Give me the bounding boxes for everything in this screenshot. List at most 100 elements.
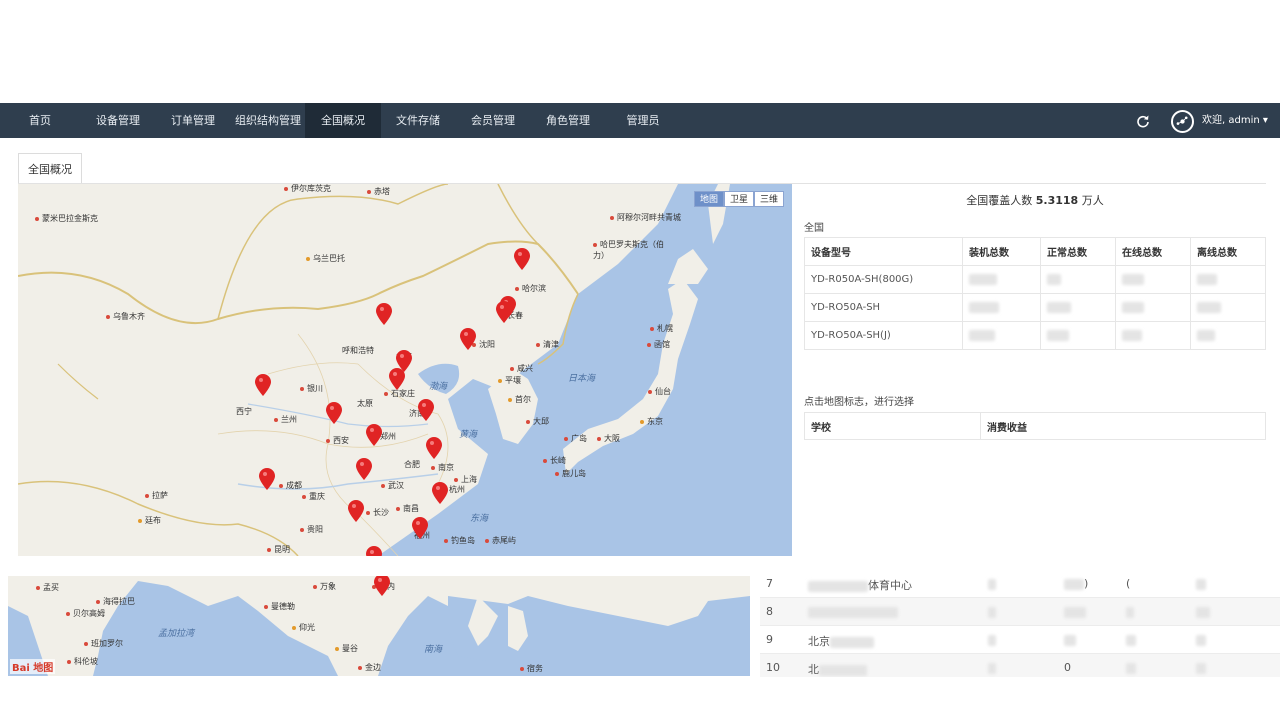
blurred-cell: [1196, 577, 1206, 590]
blurred-cell: [1190, 293, 1266, 322]
school-marker[interactable]: [432, 482, 448, 504]
blurred-cell: [1126, 661, 1136, 674]
school-marker[interactable]: [366, 546, 382, 556]
column-header: 正常总数: [1040, 237, 1116, 266]
row-value: 0: [1064, 661, 1071, 674]
sea-label: 东海: [470, 514, 489, 524]
blurred-cell: [1196, 633, 1206, 646]
sea-label: 南海: [424, 645, 443, 655]
table-row: YD-RO50A-SH(J): [804, 321, 1266, 350]
table-row: YD-RO50A-SH: [804, 293, 1266, 322]
blurred-cell: [1196, 661, 1206, 674]
blurred-cell: [962, 265, 1041, 294]
blurred-cell: [988, 605, 996, 618]
school-marker[interactable]: [366, 424, 382, 446]
map-label: 贵阳: [300, 524, 323, 535]
nav-item-roles[interactable]: 角色管理: [540, 103, 596, 138]
coverage-value: 5.3118: [1035, 194, 1079, 207]
blurred-cell: [1115, 293, 1191, 322]
row-name: 北京: [808, 633, 874, 649]
china-map[interactable]: 地图 卫星 三维 伊尔库茨克 赤塔 蒙米巴拉金斯克 阿穆尔河畔共青城 哈巴罗夫斯…: [18, 184, 792, 556]
blurred-cell: [1190, 321, 1266, 350]
device-model: YD-RO50A-SH(J): [804, 321, 963, 350]
nav-item-file-storage[interactable]: 文件存储: [390, 103, 446, 138]
school-marker[interactable]: [374, 576, 390, 596]
school-marker[interactable]: [326, 402, 342, 424]
map-label: 班加罗尔: [84, 638, 123, 649]
row-extra: (: [1126, 577, 1131, 590]
nav-item-members[interactable]: 会员管理: [465, 103, 521, 138]
table-header-row: 设备型号 装机总数 正常总数 在线总数 离线总数: [804, 237, 1266, 266]
blurred-cell: [1115, 265, 1191, 294]
table-row[interactable]: 8: [760, 598, 1280, 626]
map-type-switcher: 地图 卫星 三维: [693, 191, 784, 207]
map-label: 银川: [300, 383, 323, 394]
row-name: [808, 605, 898, 618]
map-label: 仙台: [648, 386, 671, 397]
welcome-user-menu[interactable]: 欢迎, admin ▾: [1202, 103, 1268, 138]
device-table: 设备型号 装机总数 正常总数 在线总数 离线总数 YD-R050A-SH(800…: [804, 237, 1266, 350]
nav-item-national-overview[interactable]: 全国概况: [305, 103, 381, 138]
map-label: 宿务: [520, 663, 543, 674]
column-header: 消费收益: [980, 412, 1266, 440]
school-marker[interactable]: [348, 500, 364, 522]
map-label: 郑州: [380, 432, 396, 441]
school-marker[interactable]: [376, 303, 392, 325]
map-label: 札幌: [650, 323, 673, 334]
sea-label: 孟加拉湾: [158, 629, 195, 639]
blurred-cell: [1040, 265, 1116, 294]
coverage-summary: 全国覆盖人数 5.3118 万人: [966, 194, 1104, 207]
device-model: YD-RO50A-SH: [804, 293, 963, 322]
school-section-hint: 点击地图标志，进行选择: [804, 397, 914, 408]
nav-item-org-structure[interactable]: 组织结构管理: [232, 103, 304, 138]
blurred-cell: [962, 321, 1041, 350]
blurred-cell: [1064, 633, 1076, 646]
map-label: 东京: [640, 416, 663, 427]
baidu-map-logo: Bai 地图: [10, 659, 56, 674]
map-type-3d-button[interactable]: 三维: [753, 191, 784, 207]
map-label: 贝尔高姆: [66, 608, 105, 619]
sea-label: 日本海: [568, 374, 596, 384]
map-type-satellite-button[interactable]: 卫星: [723, 191, 754, 207]
blurred-cell: [1196, 605, 1210, 618]
school-marker[interactable]: [496, 301, 512, 323]
map-label: 杭州: [449, 485, 465, 494]
map-label: 南京: [431, 462, 454, 473]
map-label: 乌鲁木齐: [106, 311, 145, 322]
map-label: 蒙米巴拉金斯克: [35, 213, 98, 224]
nav-item-admins[interactable]: 管理员: [620, 103, 666, 138]
school-marker[interactable]: [389, 368, 405, 390]
map-type-map-button[interactable]: 地图: [693, 191, 724, 207]
refresh-icon[interactable]: [1136, 114, 1150, 128]
school-marker[interactable]: [412, 517, 428, 539]
table-row: YD-R050A-SH(800G): [804, 265, 1266, 294]
school-marker[interactable]: [426, 437, 442, 459]
map-label: 西宁: [236, 407, 252, 416]
map-label: 大阪: [597, 433, 620, 444]
table-row[interactable]: 7 体育中心 ) (: [760, 570, 1280, 598]
avatar[interactable]: [1171, 110, 1194, 133]
tab-national-overview[interactable]: 全国概况: [18, 153, 82, 184]
south-asia-map[interactable]: 孟买 海得拉巴 贝尔高姆 班加罗尔 曼德勒 仰光 万象 河内 金边 曼谷 宿务 …: [8, 576, 750, 676]
school-marker[interactable]: [259, 468, 275, 490]
table-row[interactable]: 10 北 0: [760, 654, 1280, 677]
school-marker[interactable]: [460, 328, 476, 350]
map-label: 哈尔滨: [515, 283, 546, 294]
map-label: 鹿儿岛: [555, 468, 586, 479]
school-marker[interactable]: [356, 458, 372, 480]
nav-item-home[interactable]: 首页: [20, 103, 60, 138]
column-header: 设备型号: [804, 237, 963, 266]
school-marker[interactable]: [255, 374, 271, 396]
map-label: 钓鱼岛: [444, 535, 475, 546]
map-label: 首尔: [508, 394, 531, 405]
map-label: 赤塔: [367, 186, 390, 197]
blurred-cell: [1115, 321, 1191, 350]
nav-item-orders[interactable]: 订单管理: [165, 103, 221, 138]
map-label: 长沙: [366, 507, 389, 518]
map-label: 平壤: [498, 375, 521, 386]
nav-item-devices[interactable]: 设备管理: [90, 103, 146, 138]
blurred-cell: [988, 633, 996, 646]
table-row[interactable]: 9 北京: [760, 626, 1280, 654]
school-marker[interactable]: [418, 399, 434, 421]
school-marker[interactable]: [514, 248, 530, 270]
